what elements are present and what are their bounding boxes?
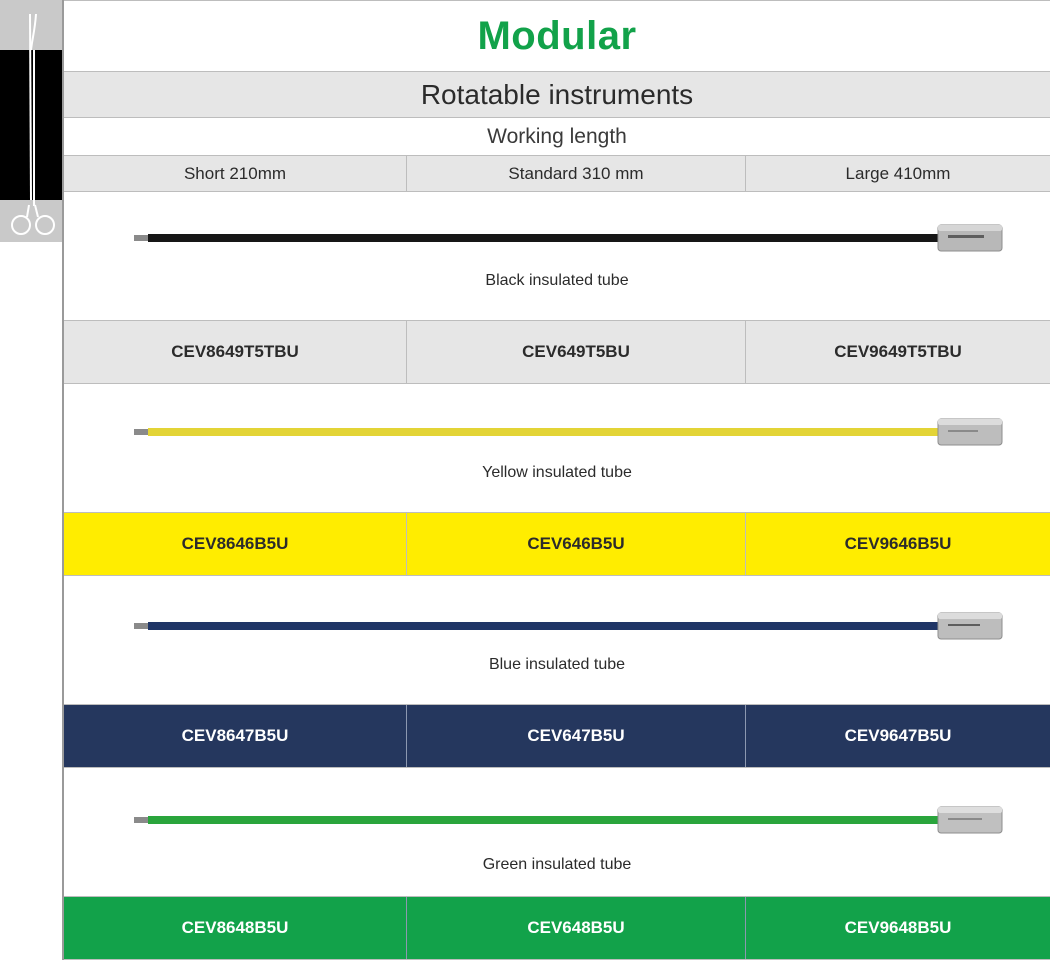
tube-image-row: Black insulated tube (64, 192, 1050, 320)
tube-label: Black insulated tube (485, 272, 629, 289)
length-short: Short 210mm (64, 156, 406, 191)
product-code: CEV9648B5U (745, 897, 1050, 959)
tube-label: Yellow insulated tube (482, 464, 632, 481)
green-tube-image (134, 806, 1003, 834)
working-length-row: Working length (64, 118, 1050, 156)
subtitle-row: Rotatable instruments (64, 72, 1050, 118)
length-large: Large 410mm (745, 156, 1050, 191)
page-title: Modular (477, 13, 637, 58)
code-row-green: CEV8648B5U CEV648B5U CEV9648B5U (64, 896, 1050, 960)
product-code: CEV9647B5U (745, 705, 1050, 767)
code-row-yellow: CEV8646B5U CEV646B5U CEV9646B5U (64, 512, 1050, 576)
tube-image-row: Green insulated tube (64, 768, 1050, 896)
tube-image-row: Yellow insulated tube (64, 384, 1050, 512)
scissors-icon (11, 13, 55, 235)
product-code: CEV649T5BU (406, 321, 745, 383)
code-row-black: CEV8649T5TBU CEV649T5BU CEV9649T5TBU (64, 320, 1050, 384)
product-code: CEV8648B5U (64, 897, 406, 959)
product-code: CEV8647B5U (64, 705, 406, 767)
product-code: CEV646B5U (406, 513, 745, 575)
blue-tube-image (134, 612, 1003, 640)
black-tube-image (134, 224, 1003, 252)
page-title-row: Modular (64, 0, 1050, 72)
product-code: CEV9646B5U (745, 513, 1050, 575)
product-code: CEV8646B5U (64, 513, 406, 575)
product-code: CEV8649T5TBU (64, 321, 406, 383)
tube-image-row: Blue insulated tube (64, 576, 1050, 704)
code-row-blue: CEV8647B5U CEV647B5U CEV9647B5U (64, 704, 1050, 768)
tube-label: Blue insulated tube (488, 656, 626, 673)
length-header-row: Short 210mm Standard 310 mm Large 410mm (64, 156, 1050, 192)
product-table: Modular Rotatable instruments Working le… (62, 0, 1050, 960)
working-length-label: Working length (487, 124, 627, 148)
side-tab (0, 0, 62, 960)
page-subtitle: Rotatable instruments (420, 78, 694, 110)
product-code: CEV647B5U (406, 705, 745, 767)
yellow-tube-image (134, 418, 1003, 446)
tube-label: Green insulated tube (482, 856, 632, 873)
product-code: CEV648B5U (406, 897, 745, 959)
product-code: CEV9649T5TBU (745, 321, 1050, 383)
length-standard: Standard 310 mm (406, 156, 745, 191)
